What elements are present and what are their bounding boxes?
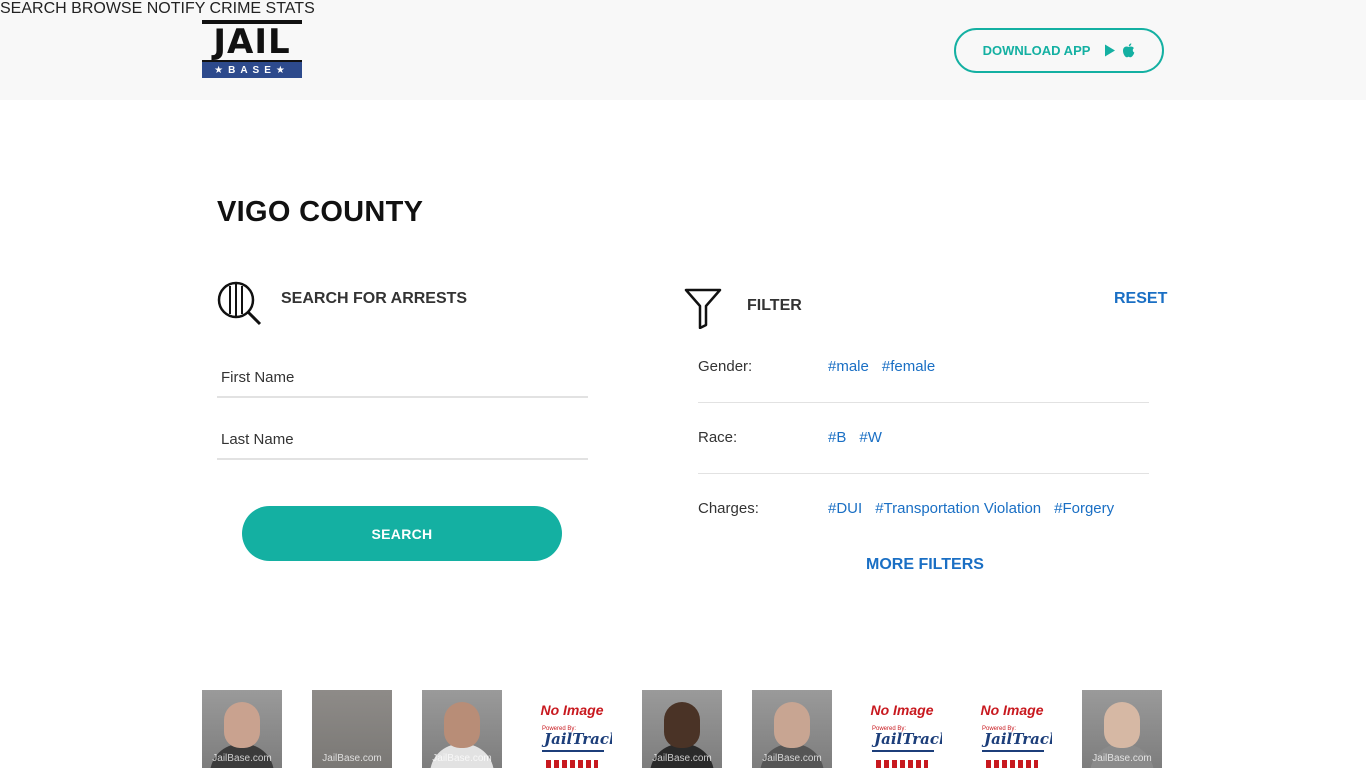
search-heading: SEARCH FOR ARRESTS [281,290,468,307]
mugshot-thumbnail[interactable]: JailBase.com [1082,690,1162,768]
mugshot-no-image[interactable]: No Image Powered By: JailTracker [862,690,942,768]
mugshot-watermark: JailBase.com [762,753,822,764]
mugshot-no-image[interactable]: No Image Powered By: JailTracker [972,690,1052,768]
filter-row-race: Race: #B #W [698,403,1149,474]
filter-tag-w[interactable]: #W [859,429,882,446]
last-name-input[interactable] [217,420,588,458]
google-play-icon [1105,44,1116,57]
filter-tag-forgery[interactable]: #Forgery [1054,500,1114,517]
mugshot-thumbnail[interactable]: JailBase.com [752,690,832,768]
funnel-icon [684,288,722,329]
filter-row-charges: Charges: #DUI #Transportation Violation … [698,474,1149,545]
filter-label-gender: Gender: [698,358,753,375]
filter-tag-male[interactable]: #male [828,358,869,375]
mugshot-thumbnail[interactable]: JailBase.com [642,690,722,768]
filter-tag-dui[interactable]: #DUI [828,500,862,517]
no-image-label: No Image [980,702,1044,718]
mugshot-watermark: JailBase.com [652,753,712,764]
no-image-label: No Image [870,702,934,718]
jailtracker-logo: JailTracker [984,730,1052,748]
magnifier-icon [217,281,262,326]
reset-filters-link[interactable]: RESET [1114,290,1167,308]
first-name-input[interactable] [217,358,588,396]
filter-label-charges: Charges: [698,500,759,517]
nav-notify[interactable]: NOTIFY [147,0,205,17]
mugshot-thumbnail[interactable]: JailBase.com [312,690,392,768]
apple-icon [1123,43,1135,58]
download-app-label: DOWNLOAD APP [982,43,1091,58]
mugshot-watermark: JailBase.com [322,753,382,764]
mugshot-watermark: JailBase.com [432,753,492,764]
filter-tag-female[interactable]: #female [882,358,935,375]
no-image-label: No Image [540,702,604,718]
logo-wordmark: JAIL [202,20,302,62]
search-button[interactable]: SEARCH [242,506,562,561]
mugshot-thumbnail[interactable]: JailBase.com [202,690,282,768]
nav-crime-stats[interactable]: CRIME STATS [210,0,315,17]
filter-label-race: Race: [698,429,738,446]
first-name-field[interactable] [217,358,588,398]
filter-heading: FILTER [747,297,802,314]
more-filters-link[interactable]: MORE FILTERS [866,556,984,574]
mugshot-watermark: JailBase.com [212,753,272,764]
download-app-button[interactable]: DOWNLOAD APP [954,28,1164,73]
page-title: VIGO COUNTY [217,196,424,228]
nav-browse[interactable]: BROWSE [71,0,142,17]
mugshot-thumbnail[interactable]: JailBase.com [422,690,502,768]
mugshot-no-image[interactable]: No Image Powered By: JailTracker [532,690,612,768]
mugshot-watermark: JailBase.com [1092,753,1152,764]
jailtracker-logo: JailTracker [544,730,612,748]
last-name-field[interactable] [217,420,588,460]
jailbase-logo[interactable]: JAIL ★BASE★ [202,20,302,80]
logo-subtitle: ★BASE★ [202,62,302,78]
nav-search[interactable]: SEARCH [0,0,67,17]
filter-tag-b[interactable]: #B [828,429,846,446]
filter-tag-transportation-violation[interactable]: #Transportation Violation [875,500,1041,517]
filter-row-gender: Gender: #male #female [698,332,1149,403]
jailtracker-logo: JailTracker [874,730,942,748]
site-header: JAIL ★BASE★ SEARCH BROWSE NOTIFY CRIME S… [0,0,1366,100]
